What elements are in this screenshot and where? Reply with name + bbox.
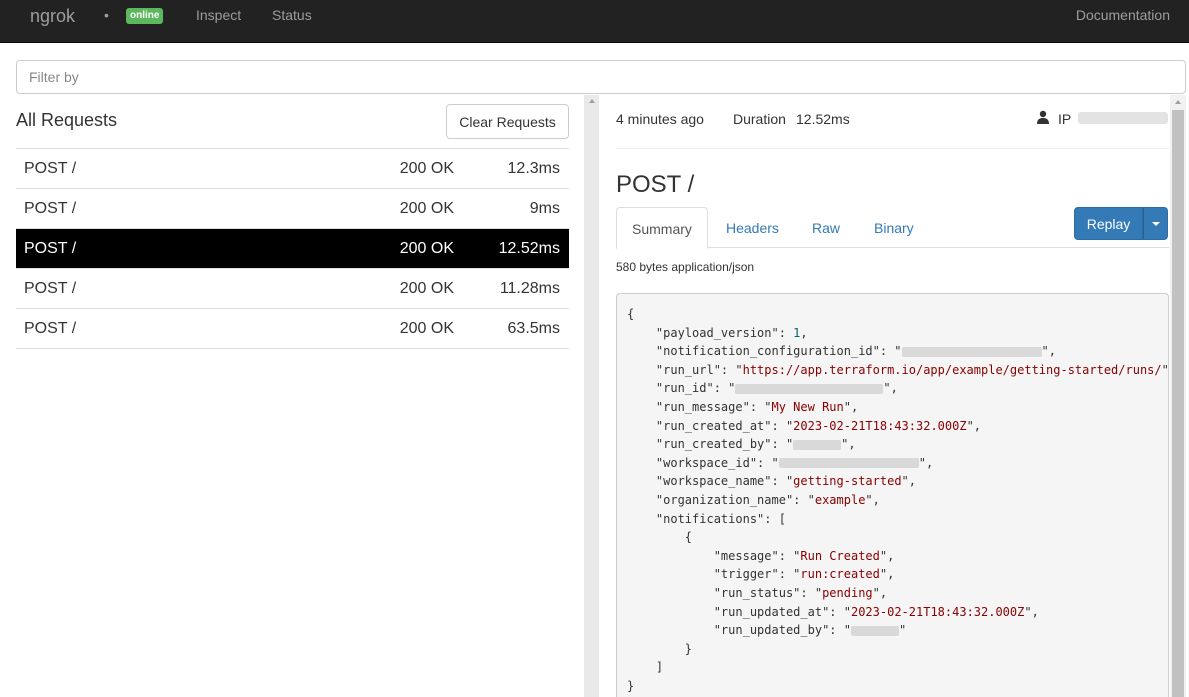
request-status: 200 OK — [399, 320, 454, 337]
request-title: POST / — [616, 171, 695, 198]
request-duration: 12.52ms — [498, 240, 560, 257]
duration-value: 12.52ms — [796, 111, 850, 127]
request-method: POST / — [24, 320, 77, 337]
request-duration: 63.5ms — [507, 320, 560, 337]
tab-headers[interactable]: Headers — [711, 207, 794, 248]
splitter-up-arrow-icon[interactable] — [589, 99, 595, 103]
brand-logo[interactable]: ngrok — [30, 6, 75, 26]
run-message-value: My New Run — [771, 399, 844, 414]
redacted-value — [901, 346, 1042, 357]
redacted-value — [793, 439, 842, 450]
redacted-value — [850, 625, 899, 636]
run-created-at-value: 2023-02-21T18:43:32.000Z — [793, 418, 967, 433]
request-row-selected[interactable]: POST / 200 OK 12.52ms — [16, 229, 569, 269]
json-body: { "payload_version": 1, "notification_co… — [616, 293, 1169, 697]
request-duration: 9ms — [529, 200, 560, 217]
duration-label: Duration — [733, 111, 786, 127]
notification-trigger-value: run:created — [800, 567, 880, 582]
redacted-value — [778, 458, 919, 469]
scroll-up-arrow-icon[interactable] — [1175, 100, 1181, 104]
tab-summary[interactable]: Summary — [616, 207, 708, 249]
request-method: POST / — [24, 240, 77, 257]
user-icon — [1037, 110, 1049, 124]
request-method: POST / — [24, 280, 77, 297]
workspace-name-value: getting-started — [793, 474, 902, 489]
tab-raw[interactable]: Raw — [797, 207, 855, 248]
ip-label: IP — [1058, 111, 1072, 127]
requests-title: All Requests — [16, 110, 118, 130]
replay-dropdown-toggle[interactable] — [1143, 207, 1168, 240]
request-method: POST / — [24, 160, 77, 177]
online-status-badge: online — [126, 8, 164, 24]
organization-name-value: example — [814, 492, 866, 507]
request-duration: 12.3ms — [507, 160, 560, 177]
clear-requests-button[interactable]: Clear Requests — [446, 104, 569, 139]
tab-binary[interactable]: Binary — [859, 207, 929, 248]
request-status: 200 OK — [399, 160, 454, 177]
request-list: POST / 200 OK 12.3ms POST / 200 OK 9ms P… — [16, 148, 569, 349]
request-row[interactable]: POST / 200 OK 11.28ms — [16, 269, 569, 309]
notification-run-status-value: pending — [822, 585, 873, 600]
nav-link-documentation[interactable]: Documentation — [1076, 7, 1170, 23]
notification-message-value: Run Created — [800, 548, 880, 563]
redacted-value — [735, 383, 884, 394]
request-row[interactable]: POST / 200 OK 12.3ms — [16, 149, 569, 189]
request-status: 200 OK — [399, 200, 454, 217]
notification-run-updated-at-value: 2023-02-21T18:43:32.000Z — [850, 604, 1025, 619]
filter-input[interactable] — [16, 60, 1186, 94]
request-duration: 11.28ms — [499, 280, 560, 297]
request-row[interactable]: POST / 200 OK 9ms — [16, 189, 569, 229]
request-time-ago: 4 minutes ago — [616, 111, 704, 127]
nav-link-status[interactable]: Status — [272, 7, 312, 23]
caret-down-icon — [1152, 222, 1160, 226]
run-url-value: https://app.terraform.io/app/example/get… — [742, 362, 1162, 377]
request-method: POST / — [24, 200, 77, 217]
request-status: 200 OK — [399, 280, 454, 297]
request-status: 200 OK — [399, 240, 454, 257]
content-info: 580 bytes application/json — [616, 260, 755, 274]
payload-version-value: 1 — [793, 325, 801, 340]
status-dot: • — [104, 7, 109, 23]
scrollbar-thumb[interactable] — [1172, 110, 1184, 697]
divider — [616, 148, 1169, 149]
request-row[interactable]: POST / 200 OK 63.5ms — [16, 309, 569, 349]
nav-link-inspect[interactable]: Inspect — [196, 7, 241, 23]
top-navbar: ngrok • online Inspect Status Documentat… — [0, 0, 1189, 43]
ip-value-redacted — [1078, 112, 1168, 124]
replay-button[interactable]: Replay — [1074, 207, 1143, 240]
panel-splitter[interactable] — [584, 95, 599, 697]
